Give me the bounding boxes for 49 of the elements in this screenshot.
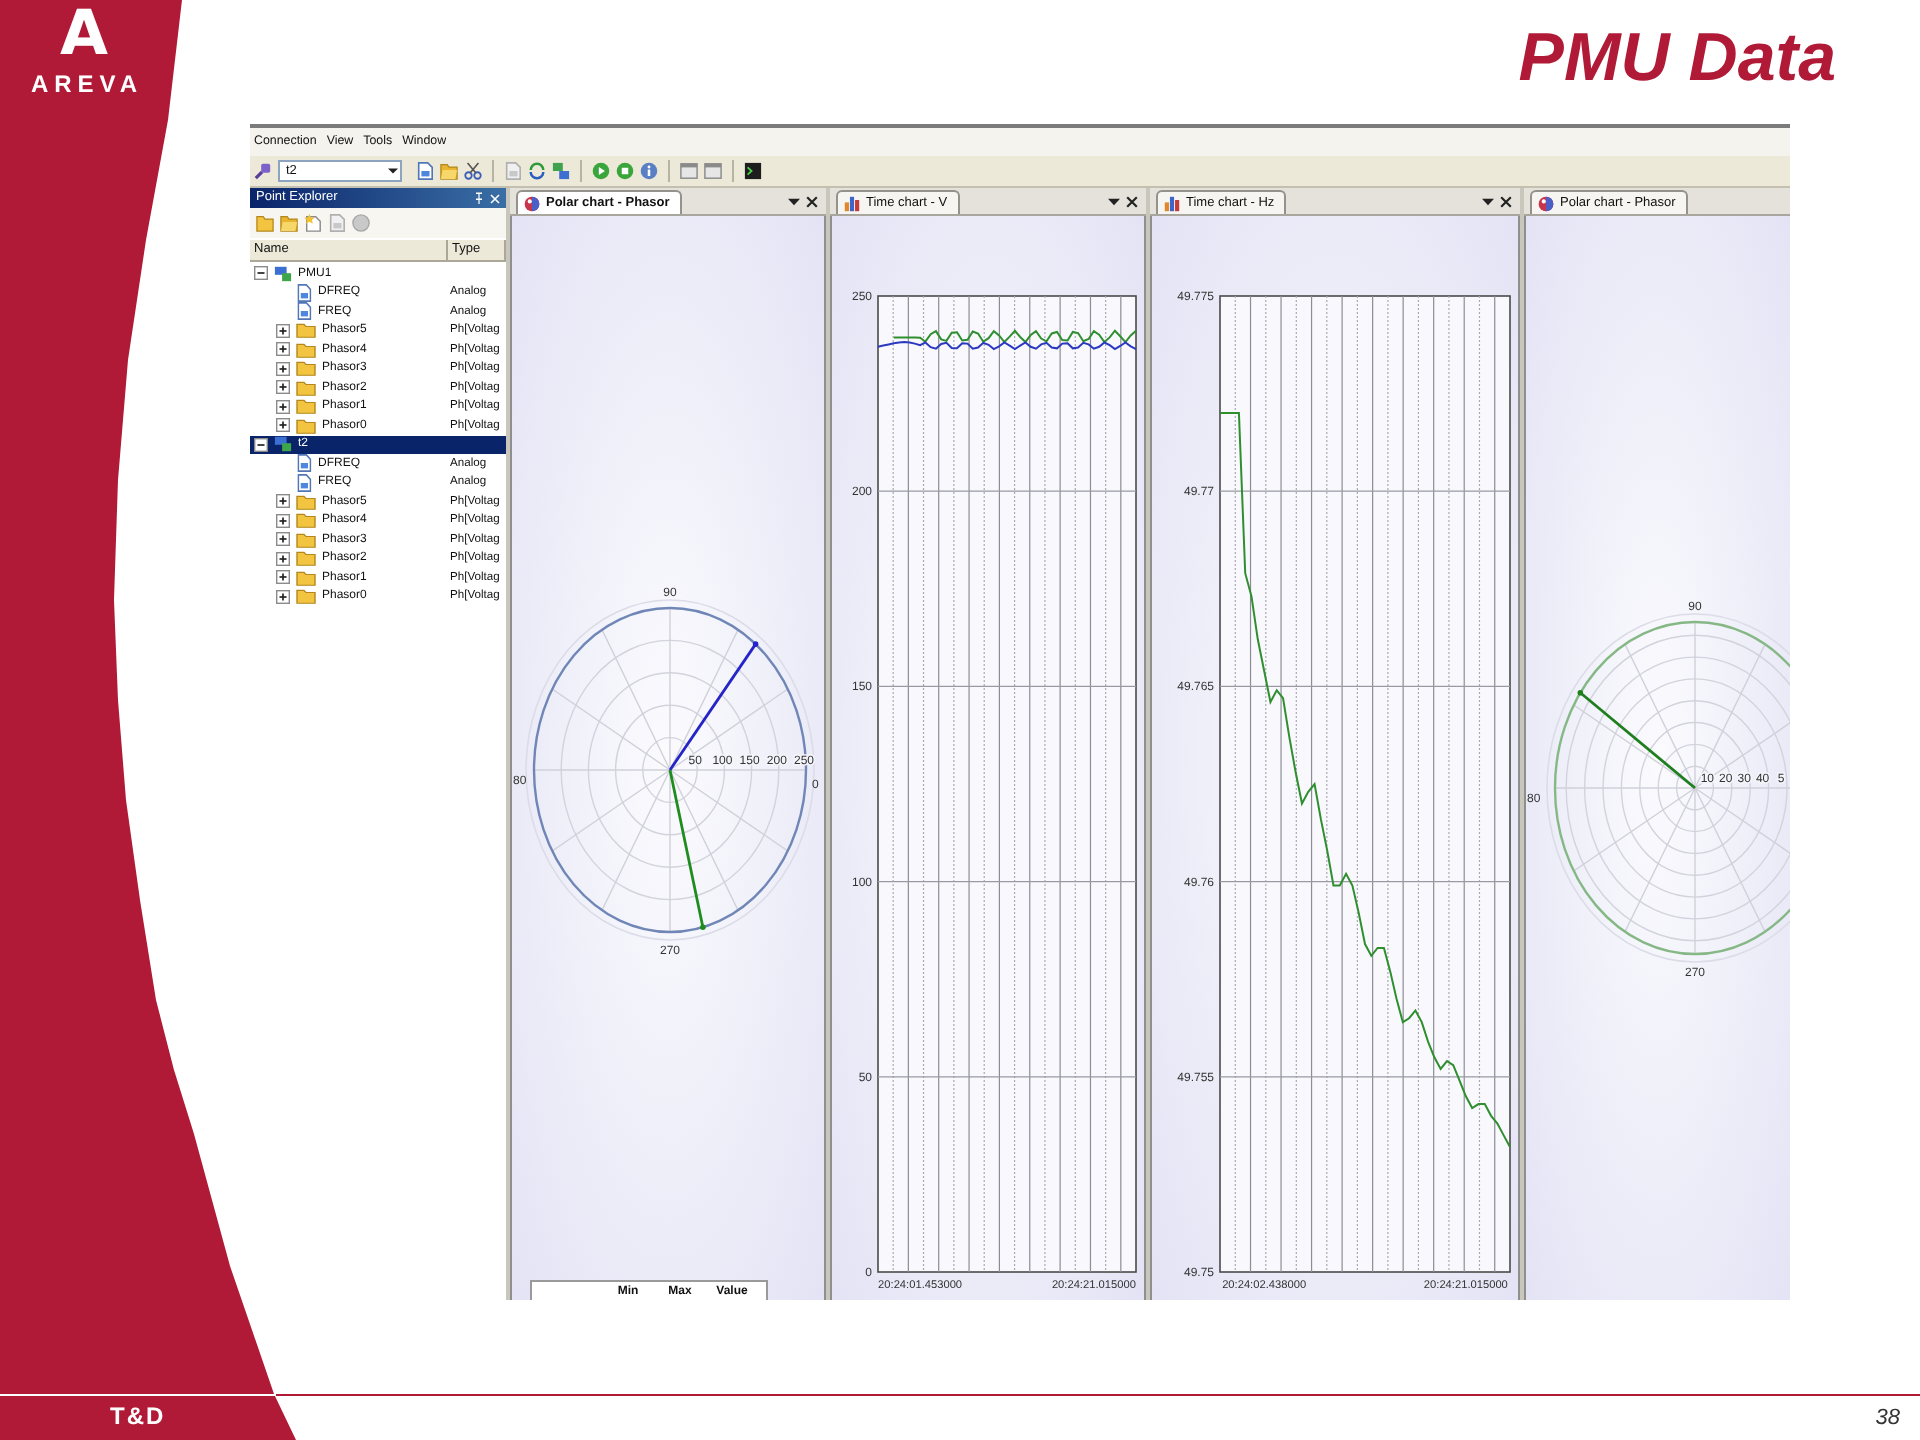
device-icon [274,436,292,453]
scissors-icon[interactable] [464,162,482,180]
expander-icon[interactable] [276,361,290,376]
expander-icon[interactable] [276,494,290,509]
expander-icon[interactable] [276,380,290,395]
slide-title: PMU Data [1518,24,1836,92]
expander-icon[interactable] [254,437,268,452]
pin-icon[interactable] [474,192,484,204]
network-icon[interactable] [552,162,570,180]
expander-icon[interactable] [254,266,268,281]
folder-icon[interactable] [440,162,458,180]
close-icon[interactable] [1500,195,1512,207]
window-icon[interactable] [704,162,722,180]
plug-icon[interactable] [254,162,272,180]
caret-icon[interactable] [788,197,800,205]
terminal-icon[interactable] [744,162,762,180]
folder-icon[interactable] [256,214,274,232]
play-icon[interactable] [592,162,610,180]
logo-mark: A [60,6,108,64]
window-icon[interactable] [680,162,698,180]
device-icon [274,265,292,282]
expander-icon[interactable] [276,589,290,604]
folder-icon[interactable] [280,214,298,232]
expander-icon[interactable] [276,342,290,357]
caret-icon[interactable] [1482,197,1494,205]
close-icon[interactable] [1126,195,1138,207]
document-icon[interactable] [416,162,434,180]
bar-chart-icon [1164,195,1180,211]
stop-icon[interactable] [616,162,634,180]
expander-icon[interactable] [276,513,290,528]
info-icon[interactable] [640,162,658,180]
close-icon[interactable] [806,195,818,207]
logo-text: AREVA [28,72,144,96]
bar-chart-icon [844,195,860,211]
expander-icon[interactable] [276,418,290,433]
expander-icon[interactable] [276,323,290,338]
expander-icon[interactable] [276,532,290,547]
expander-icon[interactable] [276,551,290,566]
caret-icon [388,168,398,174]
phasor-line [1577,690,1696,790]
sphere-icon [1538,195,1554,211]
expander-icon[interactable] [276,399,290,414]
caret-icon[interactable] [1108,197,1120,205]
expander-icon[interactable] [276,570,290,585]
page-number: 38 [1875,1406,1900,1430]
sync-icon[interactable] [528,162,546,180]
footer-label: T&D [110,1404,166,1430]
star-page-icon[interactable] [304,214,322,232]
sphere-icon [524,195,540,211]
